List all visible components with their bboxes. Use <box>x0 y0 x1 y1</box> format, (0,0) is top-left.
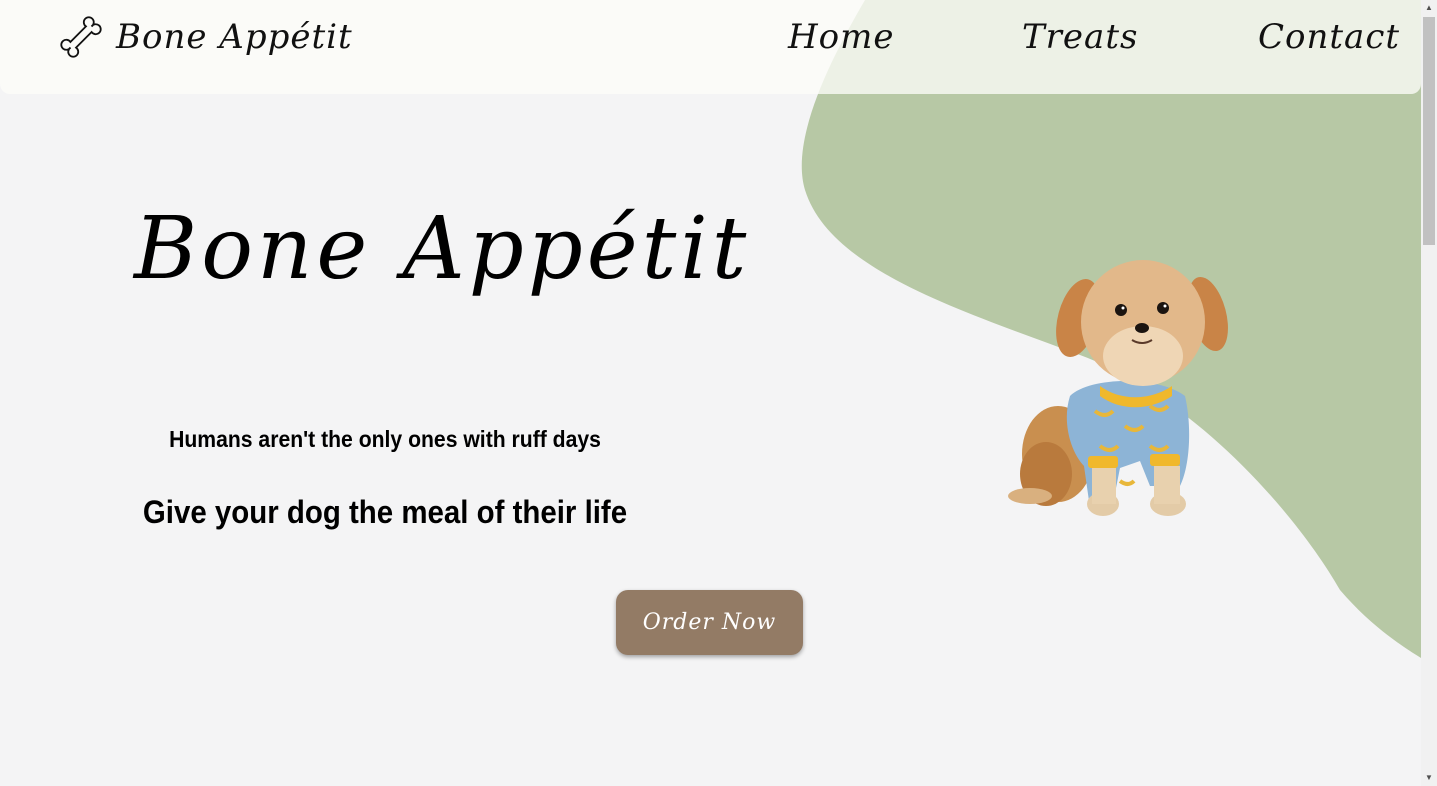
scroll-up-arrow-icon[interactable]: ▲ <box>1421 0 1437 16</box>
hero-title: Bone Appétit <box>134 199 751 299</box>
scrollbar-thumb[interactable] <box>1423 17 1435 245</box>
scroll-down-arrow-icon[interactable]: ▼ <box>1421 770 1437 786</box>
logo-text: Bone Appétit <box>116 17 353 57</box>
dog-image <box>1008 260 1228 516</box>
bone-icon <box>60 16 102 58</box>
page: Bone Appétit Home Treats Contact Bone Ap… <box>0 0 1437 786</box>
hero-tagline-big: Give your dog the meal of their life <box>142 494 628 530</box>
navbar: Bone Appétit Home Treats Contact <box>0 0 1421 94</box>
nav-link-treats[interactable]: Treats <box>1022 20 1138 54</box>
order-now-button[interactable]: Order Now <box>616 590 803 655</box>
hero-tagline-small: Humans aren't the only ones with ruff da… <box>169 426 601 452</box>
nav-link-contact[interactable]: Contact <box>1258 20 1400 54</box>
logo-link[interactable]: Bone Appétit <box>60 16 353 58</box>
vertical-scrollbar[interactable]: ▲ ▼ <box>1421 0 1437 786</box>
nav-link-home[interactable]: Home <box>788 20 894 54</box>
